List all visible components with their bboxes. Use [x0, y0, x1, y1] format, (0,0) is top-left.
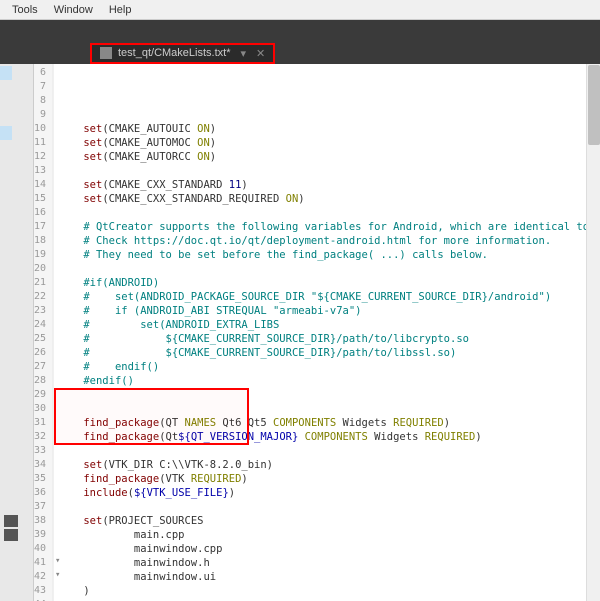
line-number: 20: [34, 262, 46, 276]
line-number: 10: [34, 122, 46, 136]
code-line[interactable]: find_package(QT NAMES Qt6 Qt5 COMPONENTS…: [58, 416, 600, 430]
code-line[interactable]: set(CMAKE_AUTORCC ON): [58, 150, 600, 164]
menu-help[interactable]: Help: [101, 4, 140, 16]
code-line[interactable]: set(CMAKE_AUTOMOC ON): [58, 136, 600, 150]
line-number: 43: [34, 584, 46, 598]
code-line[interactable]: [58, 500, 600, 514]
line-number: 25: [34, 332, 46, 346]
menubar: Tools Window Help: [0, 0, 600, 20]
code-line[interactable]: set(CMAKE_AUTOUIC ON): [58, 122, 600, 136]
panel-icon[interactable]: [4, 529, 18, 541]
code-line[interactable]: # set(ANDROID_PACKAGE_SOURCE_DIR "${CMAK…: [58, 290, 600, 304]
line-number: 13: [34, 164, 46, 178]
code-line[interactable]: [58, 206, 600, 220]
panel-icon[interactable]: [4, 515, 18, 527]
line-number: 15: [34, 192, 46, 206]
code-line[interactable]: # ${CMAKE_CURRENT_SOURCE_DIR}/path/to/li…: [58, 346, 600, 360]
sidebar-icons: [4, 515, 18, 541]
line-number: 16: [34, 206, 46, 220]
code-line[interactable]: [58, 444, 600, 458]
file-icon: [100, 47, 112, 59]
file-tab[interactable]: test_qt/CMakeLists.txt* ▾ ✕: [90, 43, 275, 64]
code-line[interactable]: #if(ANDROID): [58, 276, 600, 290]
left-sidebar: [0, 64, 34, 601]
line-number: 33: [34, 444, 46, 458]
line-number: 11: [34, 136, 46, 150]
code-line[interactable]: mainwindow.h: [58, 556, 600, 570]
line-number: 40: [34, 542, 46, 556]
code-line[interactable]: set(VTK_DIR C:\\VTK-8.2.0_bin): [58, 458, 600, 472]
line-number: 34: [34, 458, 46, 472]
line-number: 37: [34, 500, 46, 514]
line-number: 21: [34, 276, 46, 290]
line-number: 17: [34, 220, 46, 234]
code-line[interactable]: # Check https://doc.qt.io/qt/deployment-…: [58, 234, 600, 248]
code-line[interactable]: # if (ANDROID_ABI STREQUAL "armeabi-v7a"…: [58, 304, 600, 318]
code-line[interactable]: [58, 262, 600, 276]
code-line[interactable]: mainwindow.ui: [58, 570, 600, 584]
code-line[interactable]: [58, 164, 600, 178]
close-icon[interactable]: ✕: [256, 47, 265, 60]
overview-mark: [0, 66, 12, 80]
line-number: 39: [34, 528, 46, 542]
editor-main: 6789101112131415161718192021222324252627…: [0, 64, 600, 601]
code-line[interactable]: find_package(VTK REQUIRED): [58, 472, 600, 486]
line-number: 7: [34, 80, 46, 94]
line-number: 22: [34, 290, 46, 304]
line-number: 32: [34, 430, 46, 444]
line-gutter: 6789101112131415161718192021222324252627…: [34, 64, 53, 601]
line-number: 6: [34, 66, 46, 80]
overview-mark: [0, 126, 12, 140]
code-line[interactable]: set(CMAKE_CXX_STANDARD 11): [58, 178, 600, 192]
chevron-down-icon[interactable]: ▾: [241, 47, 247, 60]
line-number: 8: [34, 94, 46, 108]
code-line[interactable]: set(PROJECT_SOURCES: [58, 514, 600, 528]
code-line[interactable]: # QtCreator supports the following varia…: [58, 220, 600, 234]
code-line[interactable]: find_package(Qt${QT_VERSION_MAJOR} COMPO…: [58, 430, 600, 444]
code-line[interactable]: set(CMAKE_CXX_STANDARD_REQUIRED ON): [58, 192, 600, 206]
code-line[interactable]: # set(ANDROID_EXTRA_LIBS: [58, 318, 600, 332]
line-number: 36: [34, 486, 46, 500]
code-area[interactable]: set(CMAKE_AUTOUIC ON) set(CMAKE_AUTOMOC …: [54, 64, 600, 601]
line-number: 30: [34, 402, 46, 416]
menu-tools[interactable]: Tools: [4, 4, 46, 16]
code-line[interactable]: #endif(): [58, 374, 600, 388]
code-line[interactable]: include(${VTK_USE_FILE}): [58, 486, 600, 500]
code-line[interactable]: # endif(): [58, 360, 600, 374]
code-line[interactable]: [58, 388, 600, 402]
toolbar: [0, 20, 600, 42]
code-line[interactable]: [58, 402, 600, 416]
menu-window[interactable]: Window: [46, 4, 101, 16]
code-editor[interactable]: 6789101112131415161718192021222324252627…: [34, 64, 600, 601]
line-number: 19: [34, 248, 46, 262]
line-number: 18: [34, 234, 46, 248]
tab-filename: test_qt/CMakeLists.txt*: [118, 47, 231, 59]
code-line[interactable]: mainwindow.cpp: [58, 542, 600, 556]
line-number: 24: [34, 318, 46, 332]
line-number: 42: [34, 570, 46, 584]
line-number: 27: [34, 360, 46, 374]
code-line[interactable]: main.cpp: [58, 528, 600, 542]
line-number: 31: [34, 416, 46, 430]
line-number: 28: [34, 374, 46, 388]
line-number: 35: [34, 472, 46, 486]
line-number: 12: [34, 150, 46, 164]
scroll-thumb[interactable]: [588, 65, 600, 145]
code-line[interactable]: # They need to be set before the find_pa…: [58, 248, 600, 262]
line-number: 41: [34, 556, 46, 570]
line-number: 29: [34, 388, 46, 402]
tab-bar: test_qt/CMakeLists.txt* ▾ ✕: [0, 42, 600, 64]
code-line[interactable]: # ${CMAKE_CURRENT_SOURCE_DIR}/path/to/li…: [58, 332, 600, 346]
line-number: 14: [34, 178, 46, 192]
line-number: 23: [34, 304, 46, 318]
line-number: 38: [34, 514, 46, 528]
code-line[interactable]: ): [58, 584, 600, 598]
line-number: 9: [34, 108, 46, 122]
line-number: 26: [34, 346, 46, 360]
vertical-scrollbar[interactable]: [586, 64, 600, 601]
